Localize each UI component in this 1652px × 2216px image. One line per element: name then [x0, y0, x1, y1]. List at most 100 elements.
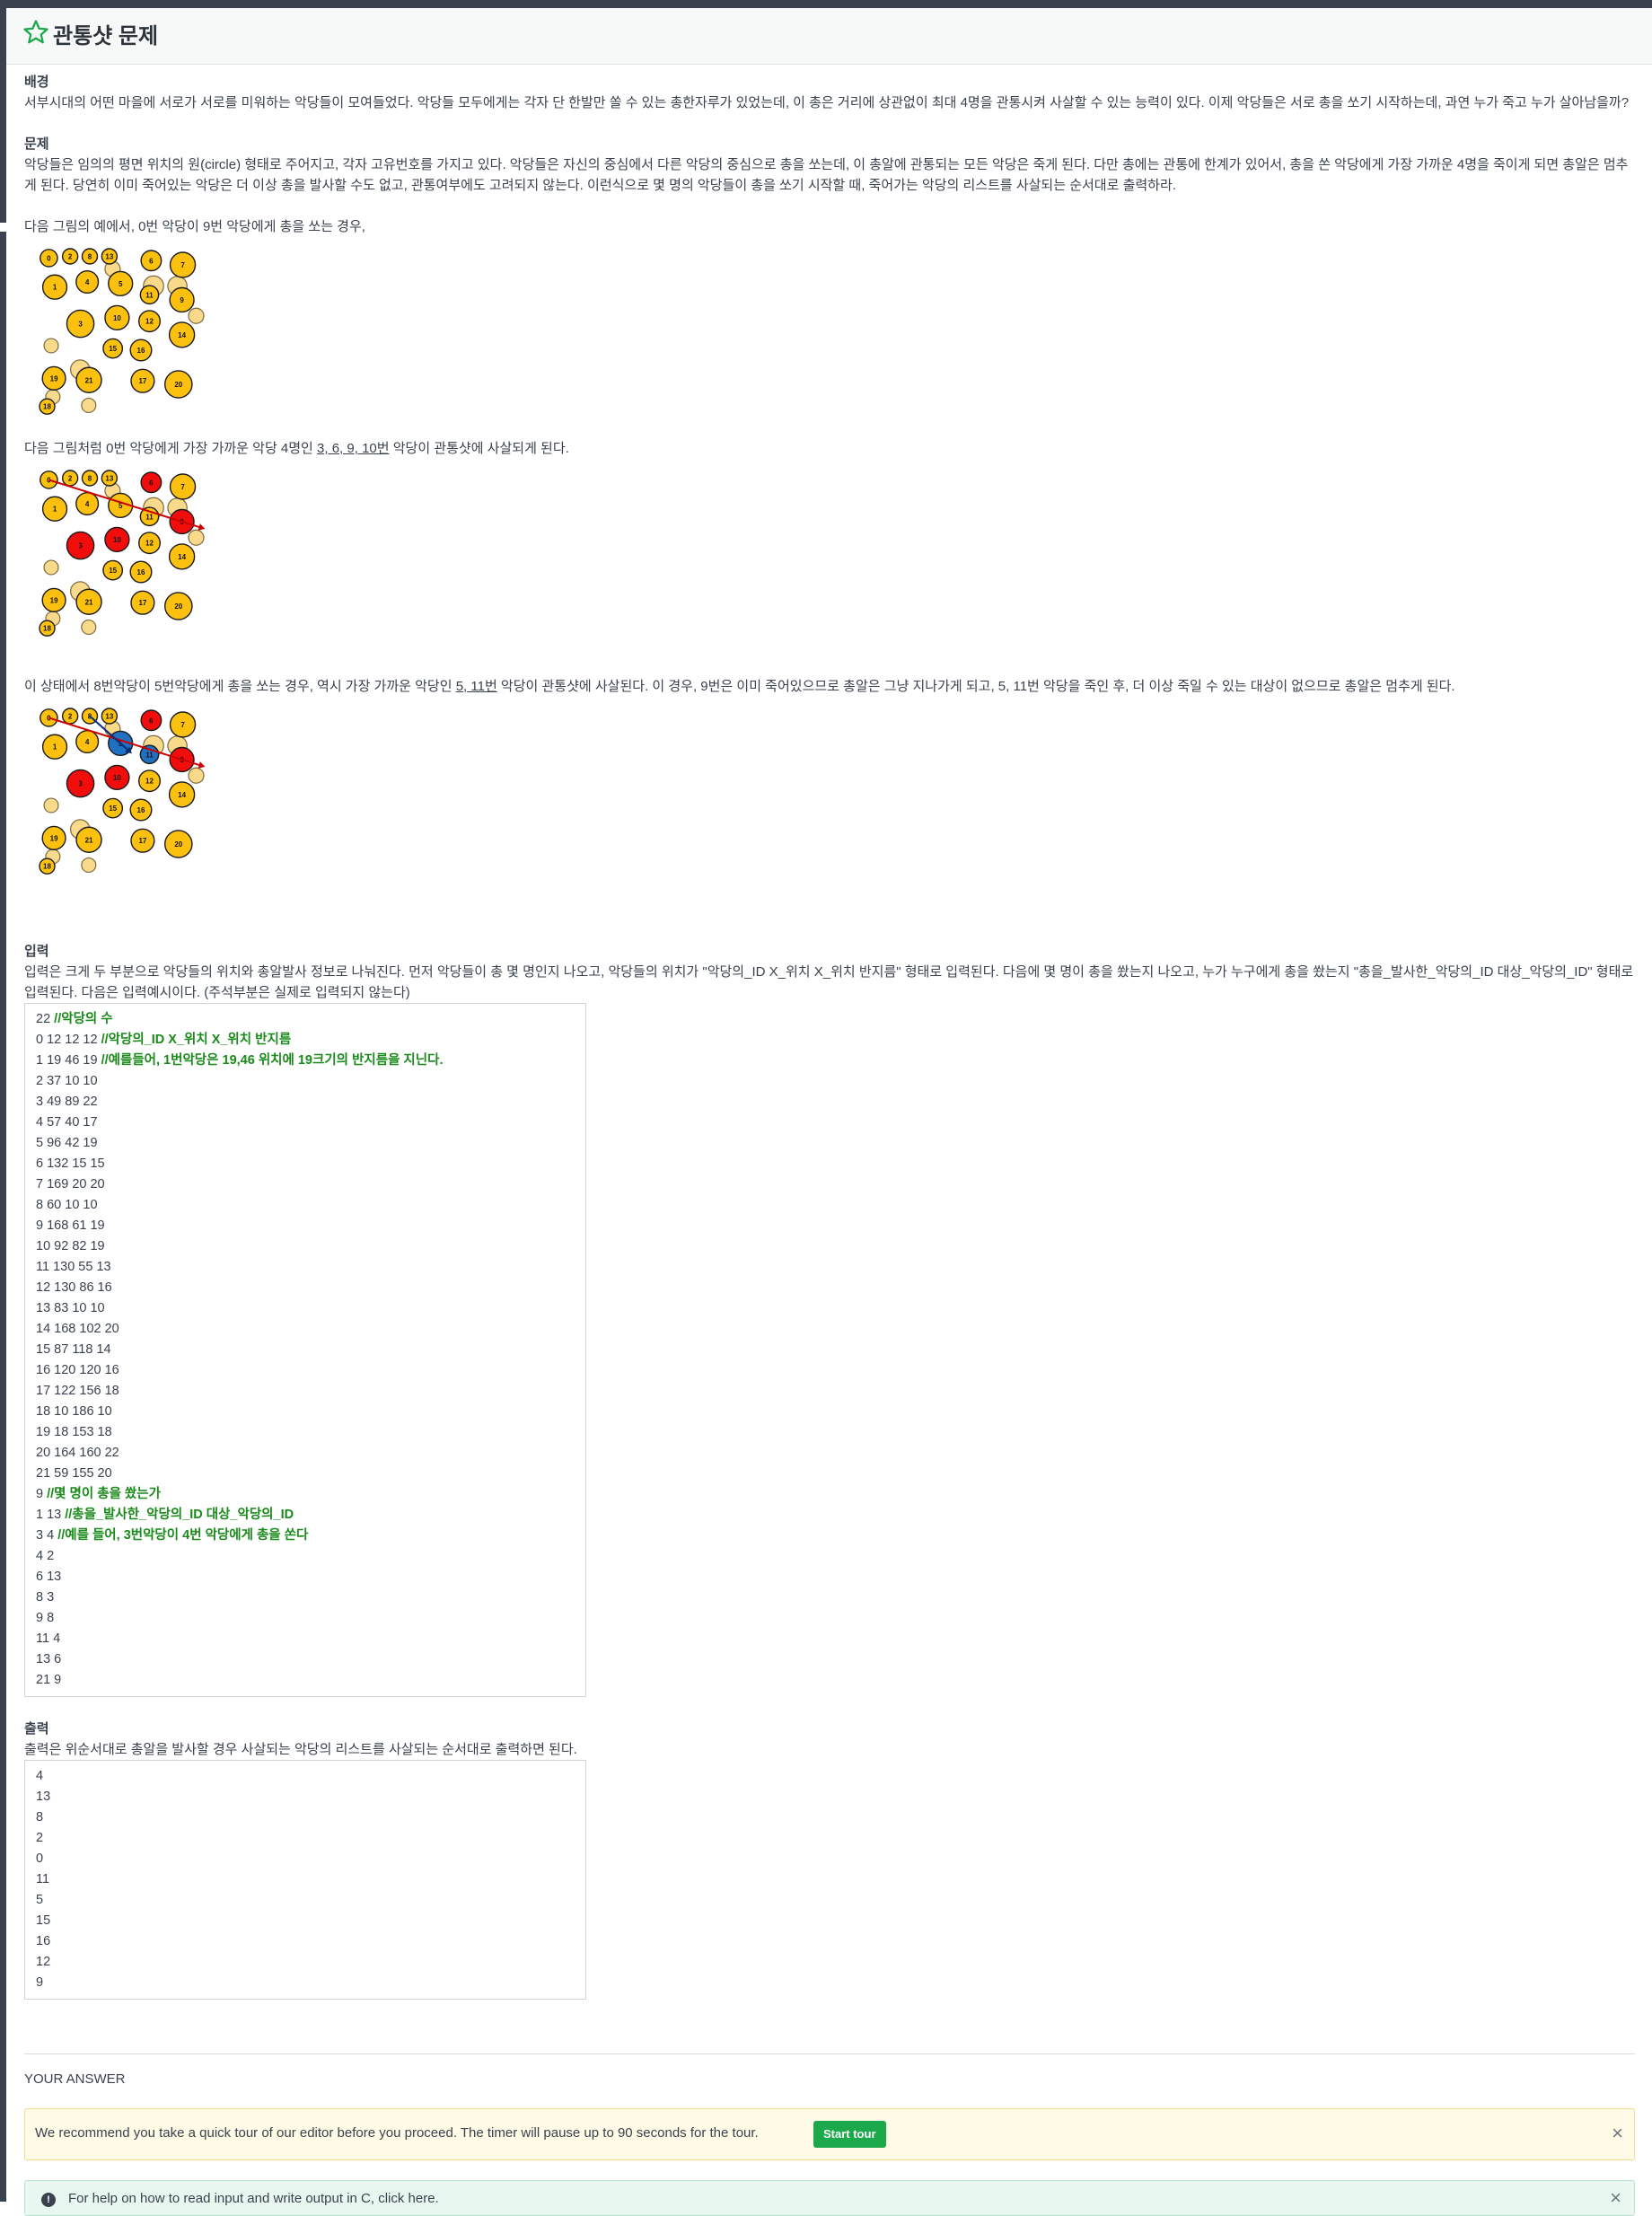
- villain-label: 15: [109, 567, 117, 575]
- villain-label: 21: [85, 376, 93, 384]
- sample-input-line: 1 19 46 19 //예를들어, 1번악당은 19,46 위치에 19크기의…: [36, 1051, 575, 1071]
- input-value: 21 59 155 20: [36, 1466, 112, 1481]
- sample-input-line: 12 130 86 16: [36, 1278, 575, 1298]
- sample-output-line: 15: [36, 1913, 51, 1928]
- villain-label: 12: [145, 778, 154, 786]
- villain-label: 17: [138, 599, 146, 607]
- villain-label: 11: [145, 513, 154, 521]
- villain-label: 1: [53, 743, 57, 752]
- sample-output-line: 16: [36, 1934, 51, 1948]
- sample-input-line: 0 12 12 12 //악당의_ID X_위치 X_위치 반지름: [36, 1030, 575, 1051]
- problem-heading: 문제: [24, 136, 49, 152]
- output-text: 출력은 위순서대로 총알을 발사할 경우 사살되는 악당의 리스트를 사살되는 …: [24, 1742, 577, 1757]
- sample-input-line: 11 130 55 13: [36, 1257, 575, 1278]
- villain-label: 9: [180, 296, 184, 304]
- sample-input-line: 3 49 89 22: [36, 1092, 575, 1112]
- input-value: 14 168 102 20: [36, 1322, 119, 1336]
- step2-text: 이 상태에서 8번악당이 5번악당에게 총을 쏘는 경우, 역시 가장 가까운 …: [24, 676, 1634, 697]
- input-value: 3 4: [36, 1528, 58, 1543]
- input-value: 5 96 42 19: [36, 1136, 98, 1150]
- input-value: 18 10 186 10: [36, 1404, 112, 1419]
- villain-label: 14: [178, 331, 186, 339]
- figure-initial: 01234 56789101112131415 161718192021: [39, 248, 205, 415]
- your-answer-label: YOUR ANSWER: [24, 2071, 126, 2087]
- step2-ids: 5, 11번: [455, 679, 497, 694]
- input-comment: //악당의_ID X_위치 X_위치 반지름: [101, 1033, 292, 1047]
- problem-title-bar: 관통샷 문제: [6, 8, 1652, 65]
- sample-output-line: 0: [36, 1851, 44, 1866]
- background-villain: [81, 397, 97, 414]
- input-value: 8 3: [36, 1590, 55, 1605]
- close-icon[interactable]: ×: [1612, 2122, 1623, 2145]
- background-villain: [81, 619, 97, 636]
- input-value: 9 168 61 19: [36, 1218, 105, 1233]
- input-text: 입력은 크게 두 부분으로 악당들의 위치와 총알발사 정보로 나눠진다. 먼저…: [24, 964, 1634, 1000]
- sample-input-line: 14 168 102 20: [36, 1319, 575, 1340]
- sample-input-line: 1 13 //총을_발사한_악당의_ID 대상_악당의_ID: [36, 1505, 575, 1526]
- star-icon[interactable]: [22, 19, 49, 46]
- sample-input-line: 10 92 82 19: [36, 1236, 575, 1257]
- background-text: 서부시대의 어떤 마을에 서로가 서로를 미워하는 악당들이 모여들었다. 악당…: [24, 95, 1630, 110]
- villain-label: 11: [145, 751, 154, 759]
- step2-pre: 이 상태에서 8번악당이 5번악당에게 총을 쏘는 경우, 역시 가장 가까운 …: [24, 679, 456, 694]
- input-value: 12 130 86 16: [36, 1280, 112, 1295]
- input-value: 16 120 120 16: [36, 1363, 119, 1377]
- figure-second-shot: 0123456789101112131415161718192021: [39, 708, 206, 875]
- sample-input-line: 6 13: [36, 1567, 575, 1587]
- figure-first-shot: 0123456789101112131415161718192021: [39, 470, 206, 637]
- villain-label: 3: [78, 780, 83, 788]
- info-icon: !: [41, 2193, 56, 2207]
- villain-label: 16: [137, 806, 145, 814]
- output-heading: 출력: [24, 1721, 49, 1737]
- villain-label: 17: [138, 837, 146, 845]
- sample-input-line: 6 132 15 15: [36, 1154, 575, 1174]
- villain-label: 16: [137, 347, 145, 355]
- input-value: 4 2: [36, 1549, 55, 1563]
- input-value: 1 19 46 19: [36, 1053, 101, 1068]
- villain-label: 10: [113, 774, 121, 782]
- background-villain: [188, 767, 205, 784]
- sample-output-line: 2: [36, 1831, 44, 1845]
- sample-output-line: 4: [36, 1769, 44, 1783]
- close-icon[interactable]: ×: [1610, 2186, 1621, 2210]
- input-value: 2 37 10 10: [36, 1074, 98, 1088]
- input-value: 9: [36, 1487, 48, 1501]
- input-value: 11 4: [36, 1631, 61, 1646]
- background-heading: 배경: [24, 75, 49, 90]
- villain-label: 19: [50, 596, 58, 604]
- villain-label: 10: [113, 536, 121, 544]
- villain-label: 18: [43, 403, 51, 411]
- sample-input-line: 13 83 10 10: [36, 1298, 575, 1319]
- sample-input-box: 22 //악당의 수0 12 12 12 //악당의_ID X_위치 X_위치 …: [24, 1003, 586, 1697]
- step1-ids: 3, 6, 9, 10번: [317, 441, 390, 456]
- sample-output-line: 5: [36, 1893, 44, 1907]
- left-edge-bar: [0, 8, 6, 2202]
- villain-label: 20: [174, 381, 182, 389]
- villain-label: 15: [109, 345, 117, 353]
- villain-label: 11: [145, 291, 154, 299]
- input-comment: //예를들어, 1번악당은 19,46 위치에 19크기의 반지름을 지닌다.: [101, 1053, 444, 1068]
- villain-label: 18: [43, 863, 51, 871]
- sample-input-line: 8 60 10 10: [36, 1195, 575, 1216]
- start-tour-button[interactable]: Start tour: [813, 2121, 886, 2148]
- sample-input-line: 17 122 156 18: [36, 1381, 575, 1402]
- step1-post: 악당이 관통샷에 사살되게 된다.: [389, 441, 569, 456]
- sample-input-line: 4 57 40 17: [36, 1112, 575, 1133]
- villain-label: 6: [149, 479, 154, 487]
- example-intro: 다음 그림의 예에서, 0번 악당이 9번 악당에게 총을 쏘는 경우,: [24, 219, 365, 234]
- help-link-text[interactable]: For help on how to read input and write …: [68, 2191, 439, 2206]
- villain-label: 7: [180, 721, 185, 729]
- section-divider: [24, 2053, 1635, 2054]
- sample-input-line: 13 6: [36, 1649, 575, 1670]
- villain-label: 1: [53, 506, 57, 514]
- sample-input-line: 19 18 153 18: [36, 1422, 575, 1443]
- villain-label: 21: [85, 598, 93, 606]
- input-value: 15 87 118 14: [36, 1342, 111, 1357]
- step2-post: 악당이 관통샷에 사살된다. 이 경우, 9번은 이미 죽어있으므로 총알은 그…: [496, 679, 1455, 694]
- input-value: 20 164 160 22: [36, 1446, 119, 1460]
- input-value: 1 13: [36, 1508, 66, 1522]
- tour-banner-text: We recommend you take a quick tour of ou…: [35, 2125, 759, 2141]
- input-value: 19 18 153 18: [36, 1425, 112, 1439]
- input-value: 9 8: [36, 1611, 55, 1625]
- input-value: 0 12 12 12: [36, 1033, 101, 1047]
